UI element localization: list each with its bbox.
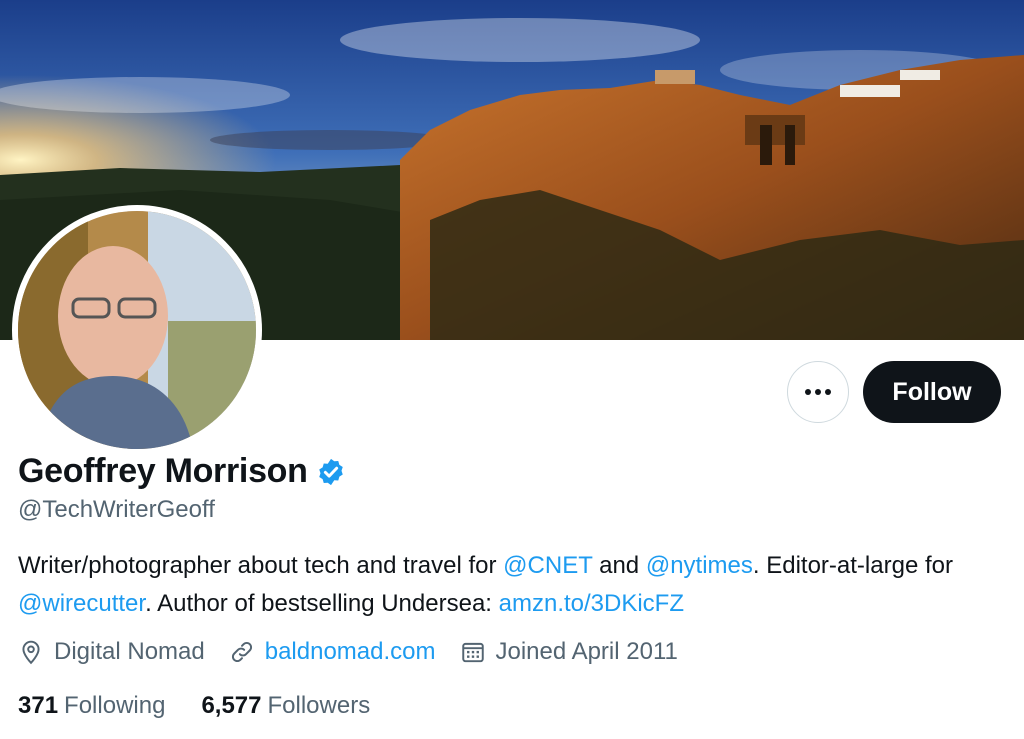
followers-count: 6,577: [201, 692, 262, 719]
profile-stats: 371 Following 6,577 Followers: [18, 692, 406, 720]
verified-badge-icon: [318, 458, 343, 485]
profile-name: Geoffrey Morrison: [18, 452, 308, 490]
profile-avatar[interactable]: [12, 205, 262, 455]
more-options-button[interactable]: [787, 361, 849, 423]
following-count: 371: [18, 692, 59, 719]
bio-text: . Editor-at-large for: [752, 552, 953, 579]
follow-button[interactable]: Follow: [863, 361, 1001, 423]
following-label: Following: [64, 692, 166, 719]
bio-text: Writer/photographer about tech and trave…: [18, 552, 504, 579]
link-icon: [231, 641, 252, 663]
joined-item: Joined April 2011: [460, 638, 678, 666]
followers-label: Followers: [267, 692, 371, 719]
mention-cnet-link[interactable]: @CNET: [503, 552, 592, 579]
mention-wirecutter-link[interactable]: @wirecutter: [18, 590, 145, 617]
followers-stat[interactable]: 6,577 Followers: [201, 692, 370, 720]
profile-handle: @TechWriterGeoff: [18, 496, 215, 523]
profile-name-row: Geoffrey Morrison: [18, 452, 346, 491]
website-item[interactable]: baldnomad.com: [229, 638, 436, 666]
profile-meta: Digital Nomad baldnomad.com Joined April…: [18, 638, 702, 666]
location-icon: [22, 640, 40, 665]
mention-nytimes-link[interactable]: @nytimes: [646, 552, 753, 579]
bio-external-link[interactable]: amzn.to/3DKicFZ: [499, 590, 684, 617]
bio-text: . Author of bestselling Undersea:: [145, 590, 499, 617]
profile-bio: Writer/photographer about tech and trave…: [18, 547, 1018, 623]
following-stat[interactable]: 371 Following: [18, 692, 165, 720]
bio-text: and: [592, 552, 646, 579]
joined-text: Joined April 2011: [495, 638, 678, 665]
more-dots-icon: [805, 389, 831, 395]
location-item: Digital Nomad: [18, 638, 205, 666]
location-text: Digital Nomad: [54, 638, 205, 665]
website-link[interactable]: baldnomad.com: [265, 638, 436, 666]
calendar-icon: [461, 642, 484, 663]
